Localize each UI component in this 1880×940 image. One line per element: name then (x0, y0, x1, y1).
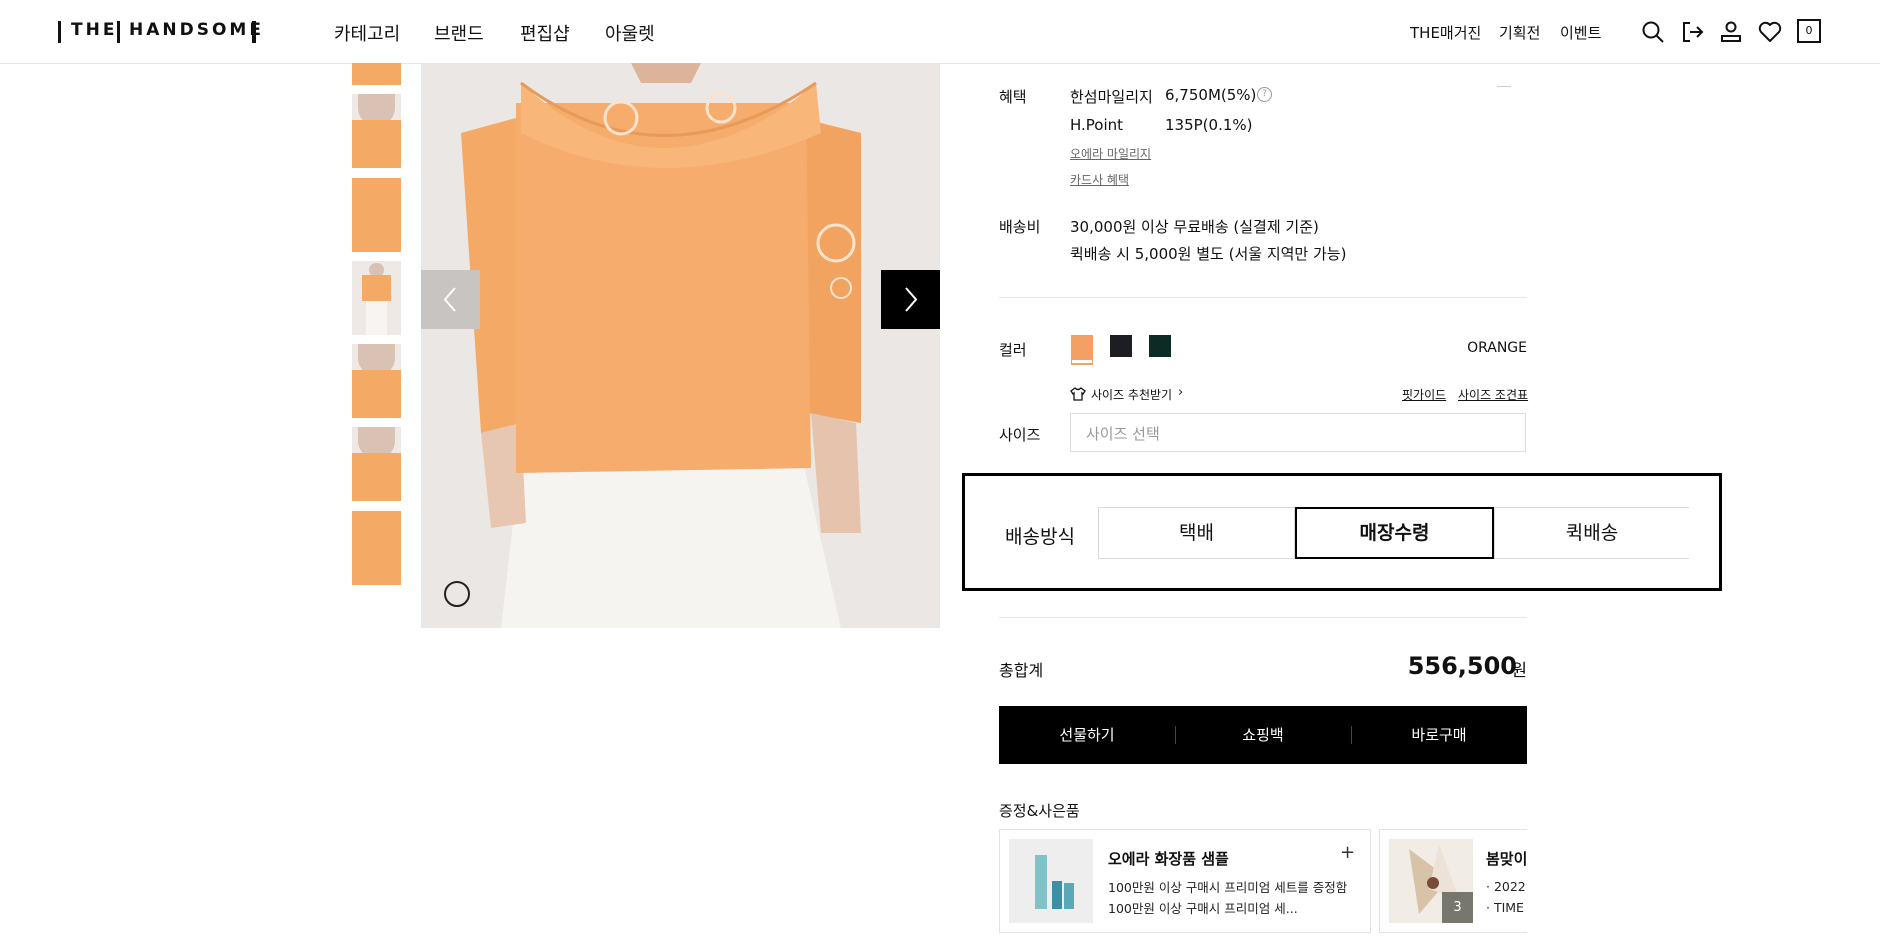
thumbnail-3[interactable] (352, 178, 401, 252)
divider (999, 617, 1527, 618)
util-exhibition[interactable]: 기획전 (1499, 22, 1540, 43)
buy-now-button[interactable]: 바로구매 (1351, 706, 1527, 764)
gift-image-1 (1009, 839, 1093, 923)
delivery-method-label: 배송방식 (1005, 526, 1075, 548)
hpoint-value: 135P(0.1%) (1165, 116, 1253, 134)
thumbnail-6[interactable] (352, 427, 401, 501)
thumbnail-5[interactable] (352, 344, 401, 418)
color-swatch-orange[interactable] (1071, 335, 1093, 360)
logo-bar-left (58, 21, 61, 43)
search-icon[interactable] (1640, 19, 1666, 45)
color-label: 컬러 (999, 341, 1027, 359)
chevron-right-icon: › (1178, 385, 1184, 400)
gift-card-1[interactable]: 오에라 화장품 샘플 + 100만원 이상 구매시 프리미엄 세트를 증정함 1… (999, 829, 1371, 933)
hpoint-name: H.Point (1070, 116, 1124, 134)
close-dash (1497, 86, 1511, 87)
size-chart-link[interactable]: 사이즈 조견표 (1458, 386, 1528, 403)
delivery-option-store-pickup[interactable]: 매장수령 (1295, 507, 1494, 559)
zoom-icon[interactable] (444, 581, 470, 607)
gift-desc-3: · 2022 (1486, 879, 1526, 894)
total-amount: 556,500 (1407, 652, 1517, 680)
cart-count: 0 (1805, 24, 1813, 37)
delivery-option-quick[interactable]: 퀵배송 (1494, 507, 1689, 559)
product-bottle-shape (1052, 881, 1062, 909)
selected-color-name: ORANGE (1467, 340, 1527, 356)
nav-category[interactable]: 카테고리 (334, 20, 400, 46)
logo-handsome[interactable]: HANDSOME (129, 20, 264, 40)
product-bottle-shape (1035, 855, 1047, 909)
logo-bar-mid (117, 21, 120, 43)
shirt-icon (1070, 386, 1086, 401)
gift-card-2[interactable]: 3 봄맞이 · 2022 · TIME (1379, 829, 1527, 933)
plus-icon[interactable]: + (1340, 842, 1355, 863)
gift-button[interactable]: 선물하기 (999, 706, 1175, 764)
gift-name-1: 오에라 화장품 샘플 (1108, 850, 1229, 868)
thumbnail-1[interactable] (352, 63, 401, 85)
gift-desc-2: 100만원 이상 구매시 프리미엄 세... (1108, 901, 1298, 916)
benefit-label: 혜택 (999, 88, 1027, 106)
shipping-fee-line-1: 30,000원 이상 무료배송 (실결제 기준) (1070, 218, 1319, 236)
next-image-button[interactable] (881, 270, 940, 329)
mileage-value: 6,750M(5%) (1165, 86, 1257, 104)
product-main-image (421, 63, 940, 628)
thumbnail-2[interactable] (352, 94, 401, 168)
size-recommend-link[interactable]: 사이즈 추천받기 (1091, 386, 1172, 403)
logout-icon[interactable] (1679, 19, 1705, 45)
shipping-fee-line-2: 퀵배송 시 5,000원 별도 (서울 지역만 가능) (1070, 245, 1347, 263)
mileage-name: 한섬마일리지 (1070, 88, 1153, 106)
logo-bar-right (252, 21, 256, 43)
nav-outlet[interactable]: 아울렛 (605, 20, 655, 46)
divider (999, 297, 1527, 298)
util-event[interactable]: 이벤트 (1560, 22, 1601, 43)
prev-image-button[interactable] (421, 270, 480, 329)
thumbnail-7[interactable] (352, 511, 401, 585)
gift-image-2: 3 (1389, 839, 1473, 923)
logo-the[interactable]: THE (71, 20, 117, 40)
site-header: THE HANDSOME 카테고리 브랜드 편집샵 아울렛 THE매거진 기획전… (0, 0, 1880, 64)
gift-desc-1: 100만원 이상 구매시 프리미엄 세트를 증정함 (1108, 880, 1348, 895)
gift-count-badge: 3 (1442, 892, 1473, 923)
size-select[interactable]: 사이즈 선택 (1070, 413, 1526, 452)
help-icon[interactable]: ? (1257, 87, 1272, 102)
gift-desc-4: · TIME (1486, 900, 1524, 915)
fit-guide-link[interactable]: 핏가이드 (1402, 386, 1446, 403)
product-bottle-shape (1064, 883, 1074, 909)
user-icon[interactable] (1718, 19, 1744, 45)
total-label: 총합계 (999, 661, 1044, 680)
color-swatch-black[interactable] (1110, 335, 1132, 357)
gifts-title: 증정&사은품 (999, 802, 1080, 820)
delivery-option-parcel[interactable]: 택배 (1098, 507, 1295, 559)
nav-select-shop[interactable]: 편집샵 (520, 20, 570, 46)
total-unit: 원 (1511, 661, 1527, 681)
card-benefit-link[interactable]: 카드사 혜택 (1070, 171, 1129, 188)
cart-icon[interactable]: 0 (1797, 19, 1821, 43)
oera-mileage-link[interactable]: 오에라 마일리지 (1070, 145, 1151, 162)
heart-icon[interactable] (1757, 19, 1783, 45)
shopping-bag-button[interactable]: 쇼핑백 (1175, 706, 1351, 764)
color-swatch-green[interactable] (1149, 335, 1171, 357)
thumbnail-4[interactable] (352, 261, 401, 335)
util-magazine[interactable]: THE매거진 (1410, 22, 1481, 43)
shipping-fee-label: 배송비 (999, 218, 1041, 236)
gift-name-2: 봄맞이 (1486, 850, 1527, 868)
purchase-action-bar: 선물하기 쇼핑백 바로구매 (999, 706, 1527, 764)
size-label: 사이즈 (999, 426, 1041, 444)
nav-brand[interactable]: 브랜드 (434, 20, 484, 46)
